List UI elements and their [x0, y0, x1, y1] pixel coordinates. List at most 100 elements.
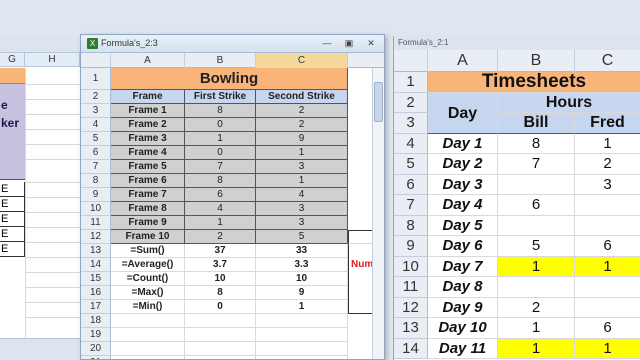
- left-window-sheet-tabs[interactable]: [0, 338, 80, 360]
- fred-hours-cell[interactable]: 2: [575, 154, 640, 175]
- formula-second-value[interactable]: 33: [256, 244, 348, 258]
- first-strike-cell[interactable]: 0: [185, 118, 256, 132]
- row-header[interactable]: 18: [81, 314, 111, 328]
- bill-hours-cell[interactable]: 8: [498, 133, 575, 154]
- row-header[interactable]: 6: [81, 146, 111, 160]
- day-label-cell[interactable]: Day 7: [428, 256, 498, 277]
- column-header-a[interactable]: A: [111, 53, 185, 68]
- bill-hours-cell[interactable]: [498, 215, 575, 236]
- frame-label-cell[interactable]: Frame 4: [111, 146, 185, 160]
- second-strike-cell[interactable]: 5: [256, 230, 348, 244]
- first-strike-cell[interactable]: 0: [185, 146, 256, 160]
- row-header[interactable]: 6: [394, 174, 428, 195]
- left-cell[interactable]: E: [0, 182, 25, 197]
- minimize-icon[interactable]: —: [321, 38, 333, 49]
- window-title-bar[interactable]: X Formula's_2:3 — ▣ ✕: [81, 35, 384, 53]
- empty-cell[interactable]: [185, 342, 256, 356]
- second-strike-cell[interactable]: 3: [256, 202, 348, 216]
- day-label-cell[interactable]: Day 6: [428, 236, 498, 257]
- row-header[interactable]: 13: [81, 244, 111, 258]
- second-strike-cell[interactable]: 9: [256, 132, 348, 146]
- row-header[interactable]: 20: [81, 342, 111, 356]
- frame-label-cell[interactable]: Frame 1: [111, 104, 185, 118]
- name-header-bill[interactable]: Bill: [498, 113, 575, 134]
- empty-cell[interactable]: [256, 328, 348, 342]
- hours-header-cell[interactable]: Hours: [498, 92, 640, 113]
- column-header-h[interactable]: H: [25, 53, 80, 67]
- frame-label-cell[interactable]: Frame 2: [111, 118, 185, 132]
- row-header[interactable]: 14: [394, 338, 428, 359]
- frame-label-cell[interactable]: Frame 8: [111, 202, 185, 216]
- row-header[interactable]: 10: [394, 256, 428, 277]
- formula-label-cell[interactable]: =Max(): [111, 286, 185, 300]
- column-header-g[interactable]: G: [0, 53, 25, 67]
- left-cell[interactable]: E: [0, 212, 25, 227]
- scrollbar-thumb[interactable]: [374, 82, 383, 122]
- fred-hours-cell[interactable]: [575, 277, 640, 298]
- bill-hours-cell[interactable]: [498, 277, 575, 298]
- empty-cell[interactable]: [185, 356, 256, 359]
- row-header[interactable]: 9: [394, 236, 428, 257]
- second-strike-header[interactable]: Second Strike: [256, 90, 348, 104]
- day-label-cell[interactable]: Day 10: [428, 318, 498, 339]
- second-strike-cell[interactable]: 3: [256, 216, 348, 230]
- fred-hours-cell[interactable]: 6: [575, 236, 640, 257]
- row-header[interactable]: 14: [81, 258, 111, 272]
- second-strike-cell[interactable]: 2: [256, 104, 348, 118]
- fred-hours-cell[interactable]: [575, 195, 640, 216]
- empty-cell[interactable]: [111, 328, 185, 342]
- first-strike-cell[interactable]: 1: [185, 132, 256, 146]
- formula-label-cell[interactable]: =Sum(): [111, 244, 185, 258]
- column-header-b[interactable]: B: [185, 53, 256, 68]
- day-label-cell[interactable]: Day 2: [428, 154, 498, 175]
- first-strike-cell[interactable]: 6: [185, 188, 256, 202]
- frame-label-cell[interactable]: Frame 10: [111, 230, 185, 244]
- second-strike-cell[interactable]: 3: [256, 160, 348, 174]
- row-header[interactable]: 17: [81, 300, 111, 314]
- formula-first-value[interactable]: 3.7: [185, 258, 256, 272]
- second-strike-cell[interactable]: 1: [256, 146, 348, 160]
- formula-first-value[interactable]: 8: [185, 286, 256, 300]
- bill-hours-cell[interactable]: 1: [498, 338, 575, 359]
- fred-hours-cell[interactable]: 1: [575, 134, 640, 154]
- row-header[interactable]: 8: [81, 174, 111, 188]
- second-strike-cell[interactable]: 4: [256, 188, 348, 202]
- sheet-title-cell[interactable]: Timesheets: [428, 72, 640, 93]
- bill-hours-cell[interactable]: 1: [498, 318, 575, 339]
- sheet-title-cell[interactable]: Bowling: [111, 68, 348, 90]
- row-header[interactable]: 21: [81, 356, 111, 359]
- formula-second-value[interactable]: 1: [256, 300, 348, 314]
- row-header[interactable]: 16: [81, 286, 111, 300]
- formula-first-value[interactable]: 0: [185, 300, 256, 314]
- day-label-cell[interactable]: Day 11: [428, 338, 498, 359]
- day-label-cell[interactable]: Day 9: [428, 297, 498, 318]
- fred-hours-cell[interactable]: 6: [575, 318, 640, 339]
- first-strike-cell[interactable]: 8: [185, 174, 256, 188]
- row-header[interactable]: 4: [394, 133, 428, 154]
- second-strike-cell[interactable]: 1: [256, 174, 348, 188]
- frame-label-cell[interactable]: Frame 5: [111, 160, 185, 174]
- first-strike-cell[interactable]: 1: [185, 216, 256, 230]
- column-header-c[interactable]: C: [256, 53, 348, 68]
- first-strike-cell[interactable]: 4: [185, 202, 256, 216]
- row-header[interactable]: 2: [394, 92, 428, 113]
- bill-hours-cell[interactable]: 5: [498, 236, 575, 257]
- close-icon[interactable]: ✕: [365, 38, 377, 49]
- name-header-fred[interactable]: Fred: [575, 113, 640, 134]
- fred-hours-cell[interactable]: [575, 298, 640, 318]
- frame-label-cell[interactable]: Frame 6: [111, 174, 185, 188]
- select-all-corner[interactable]: [81, 53, 111, 68]
- column-header-c[interactable]: C: [575, 50, 640, 72]
- first-strike-header[interactable]: First Strike: [185, 90, 256, 104]
- row-header[interactable]: 3: [394, 113, 428, 134]
- bill-hours-cell[interactable]: 1: [498, 256, 575, 277]
- bill-hours-cell[interactable]: 6: [498, 195, 575, 216]
- fred-hours-cell[interactable]: 1: [575, 338, 640, 359]
- row-header[interactable]: 15: [81, 272, 111, 286]
- formula-label-cell[interactable]: =Count(): [111, 272, 185, 286]
- second-strike-cell[interactable]: 2: [256, 118, 348, 132]
- frame-label-cell[interactable]: Frame 7: [111, 188, 185, 202]
- window-title-bar[interactable]: Formula's_2:1: [394, 36, 640, 50]
- formula-label-cell[interactable]: =Min(): [111, 300, 185, 314]
- empty-cell[interactable]: [256, 314, 348, 328]
